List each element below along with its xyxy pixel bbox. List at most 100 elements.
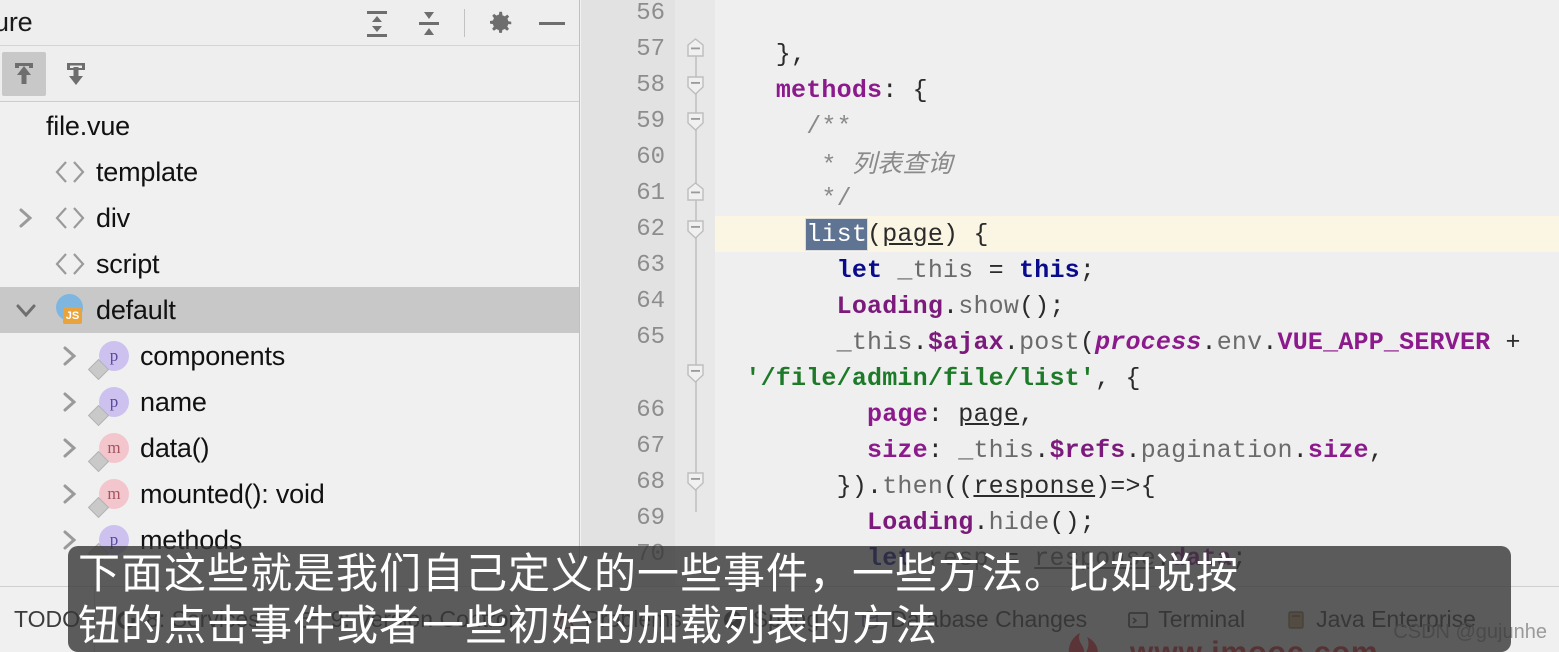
line-number: 67 (636, 433, 665, 460)
code-line-67[interactable]: size: _this.$refs.pagination.size, (715, 432, 1559, 468)
tree-item-mounted[interactable]: m mounted(): void (0, 471, 579, 517)
tree-item-label: default (96, 295, 176, 326)
code-line-content: Loading.hide(); (715, 508, 1095, 537)
line-number: 65 (636, 324, 665, 351)
line-number: 62 (636, 216, 665, 243)
fold-marker-icon[interactable] (685, 470, 706, 491)
line-number-gutter: 56 57 58 59 60 61 62 63 64 65 66 67 68 6… (581, 0, 675, 586)
structure-tree[interactable]: file.vue template (0, 103, 579, 560)
code-line-61[interactable]: */ (715, 180, 1559, 216)
subtitle-overlay: 下面这些就是我们自己定义的一些事件，一些方法。比如说按 钮的点击事件或者一些初始… (68, 546, 1511, 652)
tree-item-components[interactable]: p components (0, 333, 579, 379)
code-line-content: }).then((response)=>{ (715, 472, 1156, 501)
code-line-59[interactable]: /** (715, 108, 1559, 144)
line-number: 69 (636, 505, 665, 532)
structure-panel-header-actions (360, 0, 569, 45)
tree-item-script[interactable]: script (0, 241, 579, 287)
tag-icon (48, 205, 92, 231)
fold-marker-icon[interactable] (685, 218, 706, 239)
code-line-content: size: _this.$refs.pagination.size, (715, 436, 1384, 465)
line-number: 60 (636, 144, 665, 171)
chevron-right-icon[interactable] (48, 435, 92, 461)
selected-token[interactable]: list (806, 219, 867, 250)
code-line-69[interactable]: Loading.hide(); (715, 504, 1559, 540)
code-line-content: list(page) { (715, 220, 989, 249)
tree-item-label: data() (140, 433, 209, 464)
tree-item-template[interactable]: template (0, 149, 579, 195)
tree-item-label: components (140, 341, 285, 372)
subtitle-line-2: 钮的点击事件或者一些初始的加载列表的方法 (78, 600, 1501, 652)
tree-item-label: mounted(): void (140, 479, 325, 510)
minimize-icon[interactable] (535, 6, 569, 40)
code-line-68[interactable]: }).then((response)=>{ (715, 468, 1559, 504)
code-line-64[interactable]: Loading.show(); (715, 288, 1559, 324)
line-number: 66 (636, 397, 665, 424)
tree-item-data[interactable]: m data() (0, 425, 579, 471)
chevron-down-icon[interactable] (4, 297, 48, 323)
code-line-58[interactable]: methods: { (715, 72, 1559, 108)
code-line-content: */ (715, 184, 852, 213)
code-line-content: Loading.show(); (715, 292, 1065, 321)
tree-item-label: script (96, 249, 159, 280)
code-line-content: let _this = this; (715, 256, 1095, 285)
structure-panel-header: ure (0, 0, 579, 46)
autoscroll-from-source-icon[interactable] (54, 52, 98, 96)
code-line-content: _this.$ajax.post(process.env.VUE_APP_SER… (715, 328, 1521, 357)
tree-item-name[interactable]: p name (0, 379, 579, 425)
chevron-right-icon[interactable] (48, 343, 92, 369)
code-line-65-wrap[interactable]: '/file/admin/file/list', { (715, 360, 1559, 396)
chevron-right-icon[interactable] (48, 389, 92, 415)
tree-item-label: name (140, 387, 207, 418)
tree-item-label: template (96, 157, 198, 188)
expand-all-icon[interactable] (360, 6, 394, 40)
code-line-63[interactable]: let _this = this; (715, 252, 1559, 288)
tree-item-file-vue[interactable]: file.vue (0, 103, 579, 149)
code-line-60[interactable]: * 列表查询 (715, 144, 1559, 180)
line-number: 61 (636, 180, 665, 207)
code-line-content: page: page, (715, 400, 1034, 429)
code-line-66[interactable]: page: page, (715, 396, 1559, 432)
tree-item-default[interactable]: JS default (0, 287, 579, 333)
code-line-content: }, (715, 40, 806, 69)
fold-marker-icon[interactable] (685, 182, 706, 203)
tag-icon (48, 251, 92, 277)
chevron-right-icon[interactable] (48, 481, 92, 507)
gear-icon[interactable] (483, 6, 517, 40)
line-number: 57 (636, 36, 665, 63)
code-line-56[interactable] (715, 0, 1559, 36)
subtitle-line-1: 下面这些就是我们自己定义的一些事件，一些方法。比如说按 (78, 548, 1501, 600)
tree-item-div[interactable]: div (0, 195, 579, 241)
tree-item-label: div (96, 203, 130, 234)
structure-panel-toolbar (0, 46, 579, 102)
structure-panel-title: ure (0, 7, 32, 38)
code-line-content: methods: { (715, 76, 928, 105)
method-icon: m (92, 433, 136, 463)
code-text-area[interactable]: }, methods: { /** * 列表查询 */ (715, 0, 1559, 586)
code-line-65[interactable]: _this.$ajax.post(process.env.VUE_APP_SER… (715, 324, 1559, 360)
line-number: 64 (636, 288, 665, 315)
code-line-content: * 列表查询 (715, 144, 953, 180)
code-line-content: '/file/admin/file/list', { (715, 364, 1141, 393)
fold-marker-icon[interactable] (685, 74, 706, 95)
fold-marker-icon[interactable] (685, 362, 706, 383)
fold-marker-icon[interactable] (685, 110, 706, 131)
structure-tool-window: ure (0, 0, 580, 586)
code-line-62[interactable]: list(page) { (715, 216, 1559, 252)
fold-marker-icon[interactable] (685, 38, 706, 59)
line-number: 56 (636, 0, 665, 27)
code-line-57[interactable]: }, (715, 36, 1559, 72)
js-icon: JS (48, 294, 92, 326)
tree-item-label: file.vue (46, 111, 130, 142)
chevron-right-icon[interactable] (4, 205, 48, 231)
toolbar-divider (464, 9, 465, 37)
code-folding-gutter[interactable] (675, 0, 715, 586)
code-editor[interactable]: 56 57 58 59 60 61 62 63 64 65 66 67 68 6… (581, 0, 1559, 586)
method-icon: m (92, 479, 136, 509)
ide-window: ure (0, 0, 1559, 652)
autoscroll-to-source-icon[interactable] (2, 52, 46, 96)
property-icon: p (92, 341, 136, 371)
collapse-all-icon[interactable] (412, 6, 446, 40)
line-number: 58 (636, 72, 665, 99)
code-line-content: /** (715, 112, 852, 141)
property-icon: p (92, 387, 136, 417)
